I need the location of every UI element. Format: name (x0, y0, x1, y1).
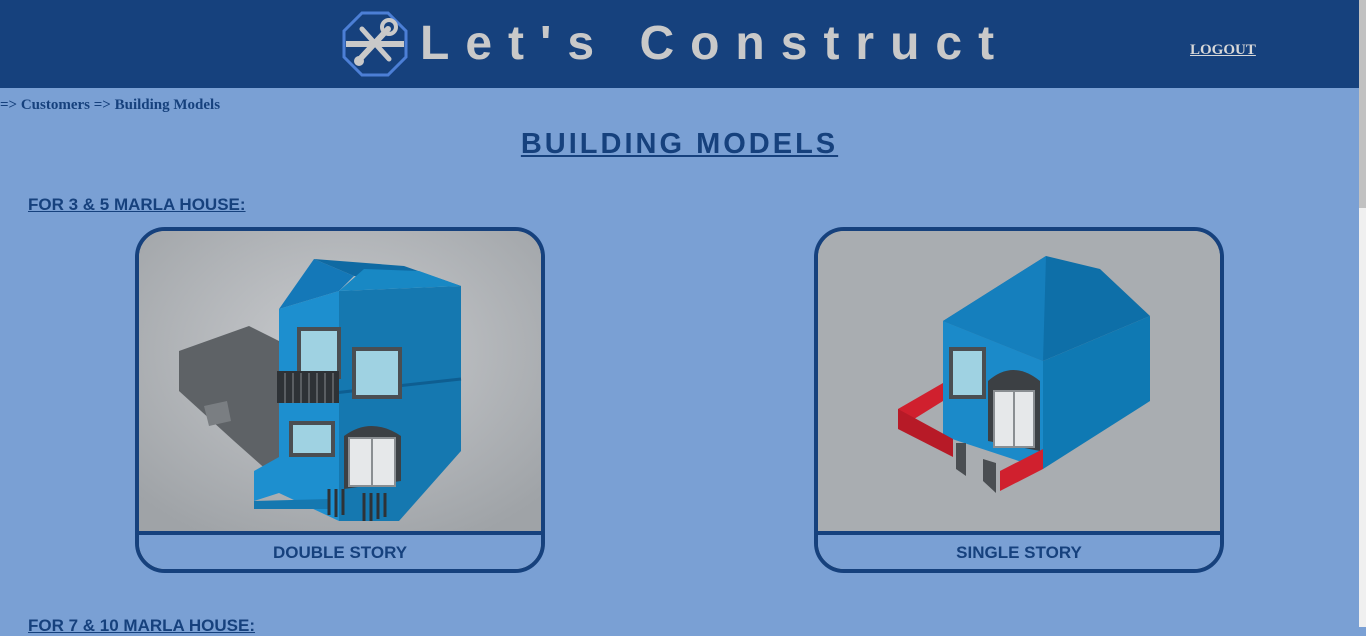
single-story-house-image (818, 231, 1220, 531)
site-title: Let's Construct (420, 17, 1011, 70)
single-story-label: SINGLE STORY (818, 531, 1220, 569)
site-header: Let's Construct LOGOUT (0, 0, 1359, 88)
double-story-label: DOUBLE STORY (139, 531, 541, 569)
section-heading-3-5-marla: FOR 3 & 5 MARLA HOUSE: (28, 195, 246, 214)
breadcrumb: => Customers => Building Models (0, 97, 221, 113)
single-story-card[interactable]: SINGLE STORY (814, 227, 1224, 573)
scrollbar-thumb[interactable] (1359, 0, 1366, 208)
page-title: BUILDING MODELS (520, 128, 839, 160)
section-heading-7-10-marla: FOR 7 & 10 MARLA HOUSE: (28, 616, 256, 635)
double-story-card[interactable]: DOUBLE STORY (135, 227, 545, 573)
double-story-house-image (139, 231, 541, 531)
vertical-scrollbar[interactable] (1359, 0, 1366, 627)
logout-link[interactable]: LOGOUT (1190, 42, 1256, 59)
wrench-screwdriver-icon (342, 11, 408, 77)
